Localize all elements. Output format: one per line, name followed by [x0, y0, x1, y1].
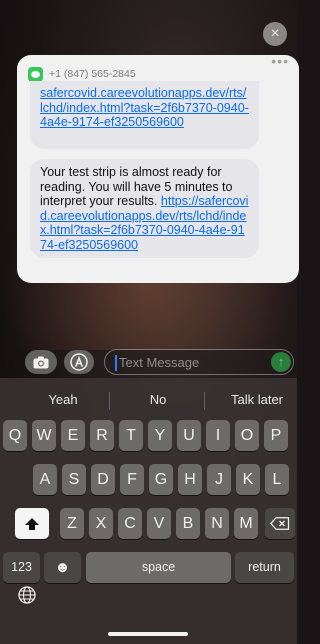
- camera-icon: [33, 356, 49, 368]
- suggestion-divider: [204, 392, 205, 410]
- home-indicator[interactable]: [108, 632, 188, 636]
- app-store-icon: [70, 353, 88, 371]
- key-i[interactable]: I: [206, 420, 230, 451]
- more-options-button[interactable]: •••: [271, 55, 289, 69]
- key-k[interactable]: K: [236, 464, 260, 495]
- key-x[interactable]: X: [89, 508, 113, 539]
- key-r[interactable]: R: [90, 420, 114, 451]
- app-store-button[interactable]: [64, 350, 94, 374]
- key-a[interactable]: A: [33, 464, 57, 495]
- key-q[interactable]: Q: [3, 420, 27, 451]
- close-button[interactable]: ×: [263, 22, 287, 46]
- suggestion-divider: [109, 392, 110, 410]
- key-d[interactable]: D: [91, 464, 115, 495]
- emoji-key[interactable]: ☻: [44, 552, 81, 583]
- shift-icon: [25, 518, 39, 530]
- predictive-bar: Yeah No Talk later: [0, 386, 297, 416]
- message-link[interactable]: safercovid.careevolutionapps.dev/rts/lch…: [40, 86, 249, 129]
- globe-icon[interactable]: [18, 586, 36, 604]
- key-n[interactable]: N: [205, 508, 229, 539]
- suggestion-item[interactable]: Talk later: [222, 392, 292, 407]
- key-z[interactable]: Z: [60, 508, 84, 539]
- key-m[interactable]: M: [234, 508, 258, 539]
- key-c[interactable]: C: [118, 508, 142, 539]
- key-y[interactable]: Y: [148, 420, 172, 451]
- message-bubble: safercovid.careevolutionapps.dev/rts/lch…: [30, 81, 259, 149]
- key-b[interactable]: B: [176, 508, 200, 539]
- message-placeholder: Text Message: [119, 355, 200, 370]
- key-j[interactable]: J: [207, 464, 231, 495]
- message-input[interactable]: Text Message ↑: [104, 349, 294, 375]
- return-key[interactable]: return: [235, 552, 294, 583]
- key-e[interactable]: E: [61, 420, 85, 451]
- space-key[interactable]: space: [86, 552, 231, 583]
- notification-card[interactable]: +1 (847) 565-2845 ••• safercovid.careevo…: [17, 55, 299, 283]
- delete-key[interactable]: [265, 508, 295, 539]
- key-h[interactable]: H: [178, 464, 202, 495]
- key-s[interactable]: S: [62, 464, 86, 495]
- key-l[interactable]: L: [265, 464, 289, 495]
- key-v[interactable]: V: [147, 508, 171, 539]
- suggestion-item[interactable]: No: [133, 392, 183, 407]
- sender-phone: +1 (847) 565-2845: [49, 68, 136, 80]
- key-f[interactable]: F: [120, 464, 144, 495]
- camera-button[interactable]: [25, 350, 57, 374]
- key-w[interactable]: W: [32, 420, 56, 451]
- keyboard: Yeah No Talk later Q W E R T Y U I O P A…: [0, 378, 297, 644]
- shift-key[interactable]: [15, 508, 49, 539]
- key-g[interactable]: G: [149, 464, 173, 495]
- delete-icon: [270, 517, 290, 530]
- message-bubble: Your test strip is almost ready for read…: [30, 159, 259, 258]
- emoji-icon: ☻: [54, 559, 71, 576]
- key-o[interactable]: O: [235, 420, 259, 451]
- compose-bar: Text Message ↑: [0, 348, 297, 378]
- send-button[interactable]: ↑: [271, 352, 291, 372]
- arrow-up-icon: ↑: [277, 354, 285, 369]
- key-p[interactable]: P: [264, 420, 288, 451]
- messages-app-icon: [28, 67, 43, 82]
- text-cursor: [115, 355, 117, 371]
- key-u[interactable]: U: [177, 420, 201, 451]
- numbers-key[interactable]: 123: [3, 552, 40, 583]
- suggestion-item[interactable]: Yeah: [38, 392, 88, 407]
- key-t[interactable]: T: [119, 420, 143, 451]
